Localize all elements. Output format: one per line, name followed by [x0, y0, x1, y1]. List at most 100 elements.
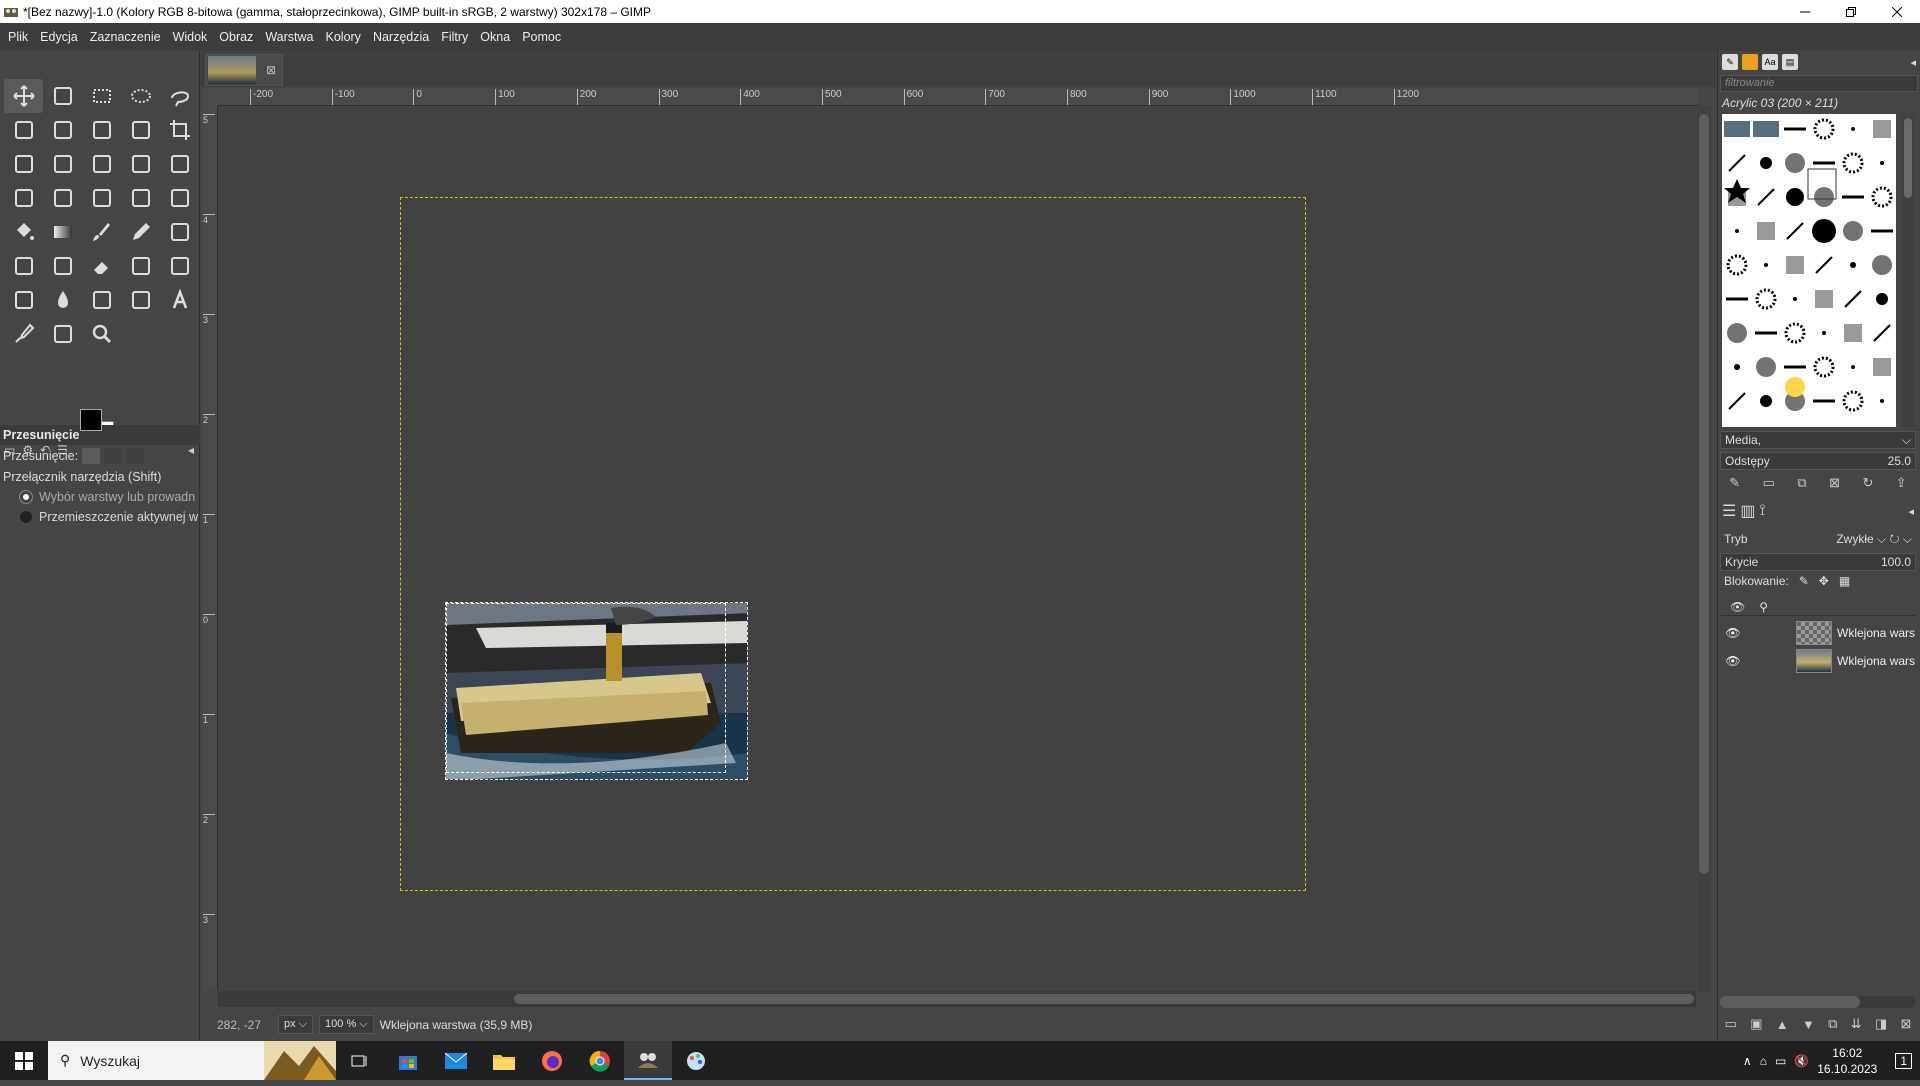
- fonts-tab-icon[interactable]: Aa: [1762, 54, 1778, 70]
- move-path-toggle[interactable]: [126, 448, 145, 464]
- tool-gradient[interactable]: [43, 215, 82, 249]
- tool-dodge[interactable]: [82, 283, 121, 317]
- tool-free-select[interactable]: [160, 79, 199, 113]
- unit-select[interactable]: px ⌵: [278, 1015, 314, 1034]
- configure-tab-icon[interactable]: ◂: [1910, 56, 1916, 69]
- tool-warp[interactable]: [82, 181, 121, 215]
- opacity-slider[interactable]: Krycie 100.0: [1720, 553, 1916, 571]
- zoom-select[interactable]: 100 % ⌵: [319, 1015, 374, 1034]
- raise-layer-icon[interactable]: ▲: [1776, 1017, 1789, 1032]
- delete-layer-icon[interactable]: ⊠: [1900, 1016, 1911, 1032]
- tool-unified-transform[interactable]: [4, 147, 43, 181]
- lower-layer-icon[interactable]: ▼: [1802, 1017, 1815, 1032]
- tool-shear[interactable]: [121, 147, 160, 181]
- tray-overflow-icon[interactable]: ∧: [1743, 1054, 1752, 1068]
- merge-layer-icon[interactable]: ⇊: [1851, 1016, 1862, 1032]
- new-brush-icon[interactable]: ▭: [1763, 475, 1775, 491]
- menu-windows[interactable]: Okna: [474, 30, 516, 44]
- foreground-color[interactable]: [80, 409, 102, 431]
- delete-brush-icon[interactable]: ⊠: [1829, 475, 1840, 491]
- tool-ink[interactable]: [4, 249, 43, 283]
- brush-filter-input[interactable]: filtrowanie: [1720, 75, 1918, 92]
- tool-zoom[interactable]: [82, 317, 121, 351]
- layers-tab-icon[interactable]: ☰: [1722, 501, 1736, 521]
- brushes-tab-icon[interactable]: ✎: [1722, 54, 1738, 70]
- move-selection-toggle[interactable]: [104, 448, 123, 464]
- canvas[interactable]: [218, 106, 1696, 991]
- refresh-brushes-icon[interactable]: ↻: [1862, 475, 1873, 491]
- new-layer-icon[interactable]: ▭: [1725, 1016, 1737, 1032]
- mail-button[interactable]: [432, 1041, 480, 1080]
- volume-muted-icon[interactable]: 🔇: [1794, 1054, 1809, 1068]
- tool-flip[interactable]: [160, 147, 199, 181]
- eye-icon[interactable]: 👁: [1720, 626, 1746, 640]
- menu-edit[interactable]: Edycja: [34, 30, 84, 44]
- tool-align[interactable]: [43, 79, 82, 113]
- mask-layer-icon[interactable]: ◨: [1875, 1016, 1887, 1032]
- clock[interactable]: 16:02 16.10.2023: [1817, 1045, 1877, 1077]
- tool-heal[interactable]: [160, 249, 199, 283]
- tool-smudge[interactable]: [4, 283, 43, 317]
- tool-scissors[interactable]: [4, 113, 43, 147]
- tool-fuzzy-select[interactable]: [82, 113, 121, 147]
- lock-pixels-icon[interactable]: ✎: [1799, 574, 1809, 588]
- tool-rotate[interactable]: [43, 147, 82, 181]
- menu-colors[interactable]: Kolory: [320, 30, 367, 44]
- tool-measure[interactable]: [43, 317, 82, 351]
- brush-scrollbar[interactable]: [1901, 114, 1915, 427]
- configure-tab-icon[interactable]: ◂: [1908, 505, 1914, 518]
- tool-crop[interactable]: [160, 113, 199, 147]
- minimize-button[interactable]: [1782, 0, 1828, 23]
- layer-mode-select[interactable]: Zwykłe ⌵ ↻ ⌵: [1836, 532, 1912, 547]
- eye-icon[interactable]: 👁: [1720, 654, 1746, 668]
- new-group-icon[interactable]: ▣: [1750, 1016, 1762, 1032]
- store-button[interactable]: [384, 1041, 432, 1080]
- image-tab[interactable]: ⊠: [205, 54, 283, 86]
- pasted-layer-ferry-image[interactable]: [445, 602, 748, 780]
- tool-rect-select[interactable]: [82, 79, 121, 113]
- tool-by-color-select[interactable]: [121, 113, 160, 147]
- tool-pencil[interactable]: [121, 215, 160, 249]
- radio-move-active[interactable]: Przemieszczenie aktywnej w: [0, 507, 200, 527]
- vertical-scrollbar[interactable]: [1697, 106, 1711, 991]
- explorer-button[interactable]: [480, 1041, 528, 1080]
- duplicate-layer-icon[interactable]: ⧉: [1828, 1016, 1837, 1032]
- lock-position-icon[interactable]: ✥: [1819, 574, 1829, 588]
- menu-image[interactable]: Obraz: [213, 30, 259, 44]
- tool-perspective[interactable]: [4, 181, 43, 215]
- paint-button[interactable]: [672, 1041, 720, 1080]
- task-view-button[interactable]: [336, 1041, 384, 1080]
- brush-grid[interactable]: [1722, 114, 1896, 427]
- ruler-corner[interactable]: [201, 88, 218, 106]
- tool-path[interactable]: [121, 283, 160, 317]
- tool-ellipse-select[interactable]: [121, 79, 160, 113]
- start-button[interactable]: [0, 1041, 48, 1080]
- tool-cage[interactable]: [160, 181, 199, 215]
- tool-eraser[interactable]: [82, 249, 121, 283]
- tool-move[interactable]: [4, 79, 43, 113]
- open-brush-icon[interactable]: ⇪: [1896, 475, 1907, 491]
- chrome-button[interactable]: [576, 1041, 624, 1080]
- tool-color-picker[interactable]: [4, 317, 43, 351]
- patterns-tab-icon[interactable]: [1742, 54, 1758, 70]
- tool-bucket-fill[interactable]: [4, 215, 43, 249]
- brush-tag-select[interactable]: Media, ⌵: [1720, 431, 1916, 449]
- maximize-button[interactable]: [1828, 0, 1874, 23]
- close-tab-icon[interactable]: ⊠: [266, 63, 276, 77]
- menu-tools[interactable]: Narzędzia: [367, 30, 435, 44]
- meet-now-icon[interactable]: ⌂: [1760, 1054, 1767, 1068]
- close-button[interactable]: [1874, 0, 1920, 23]
- spacing-slider[interactable]: Odstępy 25.0: [1720, 452, 1916, 470]
- tool-mypaint-brush[interactable]: [43, 249, 82, 283]
- firefox-button[interactable]: [528, 1041, 576, 1080]
- menu-filters[interactable]: Filtry: [435, 30, 474, 44]
- gimp-taskbar-button[interactable]: [624, 1041, 672, 1080]
- taskbar-search[interactable]: ⚲ Wyszukaj: [48, 1041, 336, 1080]
- lock-alpha-icon[interactable]: ▦: [1839, 574, 1850, 588]
- move-layer-toggle[interactable]: [82, 448, 101, 464]
- layer-row[interactable]: 👁 Wklejona wars: [1720, 648, 1916, 674]
- tool-handle-transform[interactable]: [121, 181, 160, 215]
- layers-scrollbar[interactable]: [1720, 996, 1916, 1008]
- edit-brush-icon[interactable]: ✎: [1729, 475, 1740, 491]
- doc-history-tab-icon[interactable]: ▤: [1782, 54, 1798, 70]
